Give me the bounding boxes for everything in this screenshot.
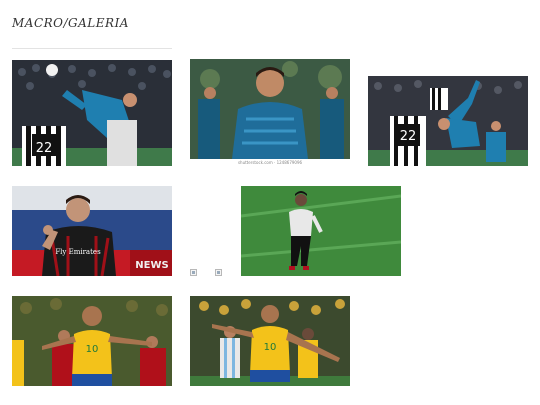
sponsor-text: Fly Emirates [55, 248, 101, 256]
jersey-number: 22 [400, 129, 417, 144]
photo-caption: shutterstock.com · 1248679096 [238, 160, 303, 165]
gallery-photo-4[interactable]: NEWS Fly Emirates [12, 186, 172, 276]
gallery-photo-6[interactable]: 10 [12, 296, 172, 386]
jersey-number: 10 [86, 344, 99, 355]
gallery-photo-2[interactable]: shutterstock.com · 1248679096 [190, 59, 350, 165]
broken-image-icon[interactable] [190, 269, 197, 276]
jersey-number: 22 [36, 141, 53, 156]
broken-image-icon[interactable] [215, 269, 222, 276]
header-divider [12, 48, 172, 49]
page-title: MACRO/GALERIA [12, 16, 129, 30]
gallery-photo-5[interactable] [241, 186, 401, 276]
board-text: NEWS [135, 260, 168, 271]
jersey-number: 10 [264, 342, 277, 353]
gallery-photo-7[interactable]: 10 [190, 296, 350, 386]
gallery-photo-1[interactable]: 22 [12, 60, 172, 166]
gallery-photo-3[interactable]: 22 [368, 76, 528, 166]
